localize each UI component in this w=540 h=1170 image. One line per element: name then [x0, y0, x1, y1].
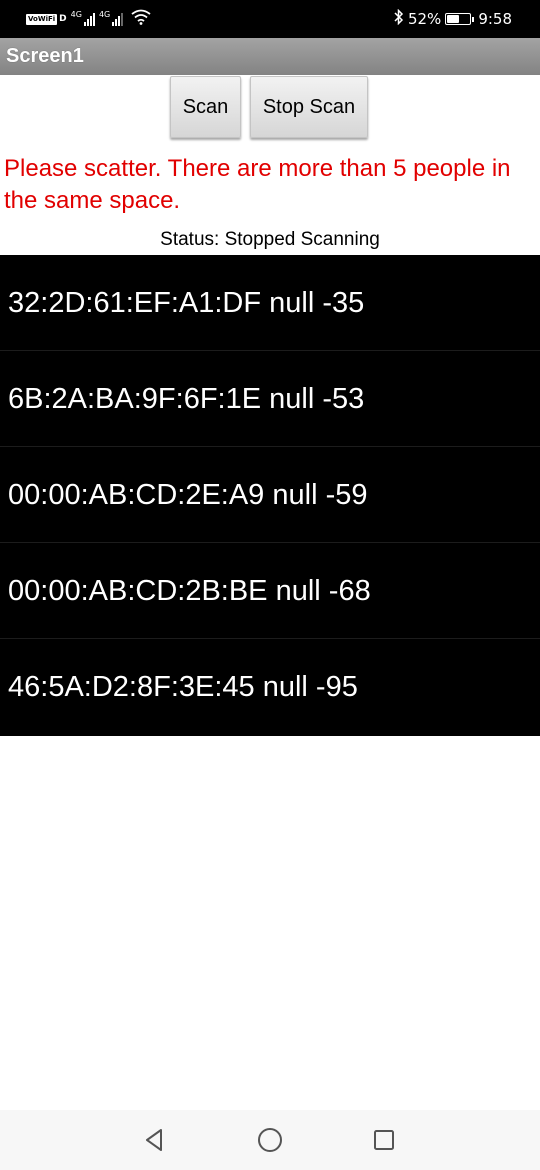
clock: 9:58	[478, 10, 512, 28]
battery-percent: 52%	[407, 10, 442, 28]
signal-icon: 4G	[98, 9, 124, 26]
battery-icon	[445, 13, 475, 25]
vowifi-suffix: D	[59, 14, 67, 24]
scan-status: Status: Stopped Scanning	[160, 229, 380, 250]
stop-scan-button[interactable]: Stop Scan	[250, 76, 368, 138]
network-type-label: 4G	[70, 9, 82, 19]
network-type-label: 4G	[98, 9, 111, 19]
status-bar-left: VoWiFi D 4G 4G	[26, 9, 151, 29]
vowifi-icon: VoWiFi	[26, 13, 58, 25]
title-bar: Screen1	[0, 38, 540, 75]
list-item[interactable]: 6B:2A:BA:9F:6F:1E null -53	[0, 351, 540, 447]
list-item[interactable]: 32:2D:61:EF:A1:DF null -35	[0, 255, 540, 351]
wifi-icon	[131, 9, 151, 29]
bluetooth-icon	[394, 8, 404, 29]
list-item[interactable]: 00:00:AB:CD:2E:A9 null -59	[0, 447, 540, 543]
list-item[interactable]: 00:00:AB:CD:2B:BE null -68	[0, 543, 540, 639]
list-item[interactable]: 46:5A:D2:8F:3E:45 null -95	[0, 639, 540, 736]
warning-message: Please scatter. There are more than 5 pe…	[4, 155, 511, 214]
home-icon[interactable]	[252, 1122, 288, 1158]
status-bar-right: 52% 9:58	[394, 8, 512, 30]
screen-title: Screen1	[6, 45, 84, 67]
navigation-bar	[0, 1110, 540, 1170]
back-icon[interactable]	[137, 1122, 173, 1158]
recent-apps-icon[interactable]	[366, 1122, 402, 1158]
device-list[interactable]: 32:2D:61:EF:A1:DF null -35 6B:2A:BA:9F:6…	[0, 255, 540, 736]
scan-button[interactable]: Scan	[170, 76, 241, 138]
signal-icon: 4G	[70, 9, 95, 26]
status-bar: VoWiFi D 4G 4G 52% 9:58	[0, 0, 540, 38]
